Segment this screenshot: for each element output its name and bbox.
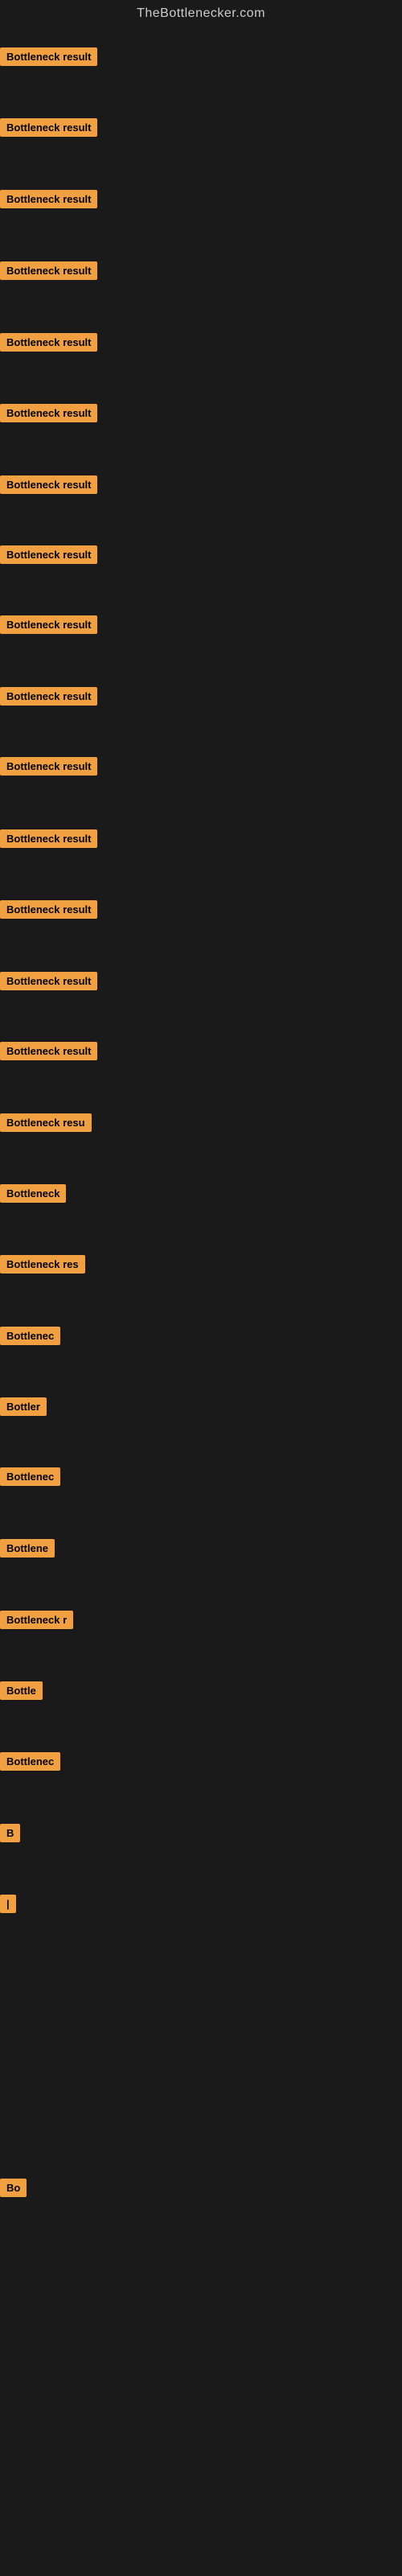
result-row: Bottleneck result <box>0 829 97 852</box>
result-row: Bottleneck result <box>0 404 97 426</box>
bottleneck-result-label: B <box>0 1824 20 1842</box>
result-row: Bottleneck result <box>0 47 97 70</box>
bottleneck-result-label: Bottleneck res <box>0 1255 85 1274</box>
bottleneck-result-label: Bottlenec <box>0 1752 60 1771</box>
bottleneck-result-label: Bottleneck result <box>0 333 97 352</box>
result-row: Bottler <box>0 1397 47 1420</box>
result-row: Bottleneck result <box>0 1042 97 1064</box>
bottleneck-result-label: Bottleneck result <box>0 190 97 208</box>
result-row: Bottleneck result <box>0 475 97 498</box>
bottleneck-result-label: Bo <box>0 2179 27 2197</box>
result-row: Bottleneck result <box>0 972 97 994</box>
bottleneck-result-label: Bottler <box>0 1397 47 1416</box>
result-row: Bottleneck res <box>0 1255 85 1278</box>
bottleneck-result-label: Bottleneck result <box>0 545 97 564</box>
result-row: Bottleneck result <box>0 118 97 141</box>
result-row: Bottlenec <box>0 1327 60 1349</box>
bottleneck-result-label: Bottleneck resu <box>0 1113 92 1132</box>
bottleneck-result-label: Bottleneck result <box>0 615 97 634</box>
bottleneck-result-label: Bottlene <box>0 1539 55 1558</box>
result-row: Bottleneck result <box>0 900 97 923</box>
bottleneck-result-label: Bottleneck <box>0 1184 66 1203</box>
bottleneck-result-label: Bottleneck r <box>0 1611 73 1629</box>
result-row: Bottleneck <box>0 1184 66 1207</box>
bottleneck-result-label: Bottleneck result <box>0 118 97 137</box>
site-title: TheBottlenecker.com <box>0 0 402 26</box>
bottleneck-result-label: Bottleneck result <box>0 829 97 848</box>
result-row: Bo <box>0 2179 27 2201</box>
bottleneck-result-label: Bottleneck result <box>0 47 97 66</box>
result-row: Bottlene <box>0 1539 55 1562</box>
result-row: Bottleneck r <box>0 1611 73 1633</box>
bottleneck-result-label: Bottlenec <box>0 1467 60 1486</box>
result-row: Bottle <box>0 1681 43 1704</box>
result-row: Bottlenec <box>0 1752 60 1775</box>
bottleneck-result-label: Bottleneck result <box>0 404 97 422</box>
bottleneck-result-label: Bottleneck result <box>0 972 97 990</box>
result-row: | <box>0 1895 16 1917</box>
bottleneck-result-label: Bottle <box>0 1681 43 1700</box>
bottleneck-result-label: Bottlenec <box>0 1327 60 1345</box>
bottleneck-result-label: Bottleneck result <box>0 475 97 494</box>
result-row: Bottleneck resu <box>0 1113 92 1136</box>
result-row: B <box>0 1824 20 1846</box>
bottleneck-result-label: Bottleneck result <box>0 900 97 919</box>
result-row: Bottleneck result <box>0 545 97 568</box>
bottleneck-result-label: Bottleneck result <box>0 1042 97 1060</box>
result-row: Bottleneck result <box>0 333 97 356</box>
result-row: Bottleneck result <box>0 757 97 780</box>
result-row: Bottleneck result <box>0 190 97 212</box>
bottleneck-result-label: Bottleneck result <box>0 757 97 776</box>
bottleneck-result-label: Bottleneck result <box>0 261 97 280</box>
bottleneck-result-label: Bottleneck result <box>0 687 97 706</box>
result-row: Bottleneck result <box>0 687 97 710</box>
bottleneck-result-label: | <box>0 1895 16 1913</box>
result-row: Bottleneck result <box>0 261 97 284</box>
result-row: Bottleneck result <box>0 615 97 638</box>
result-row: Bottlenec <box>0 1467 60 1490</box>
